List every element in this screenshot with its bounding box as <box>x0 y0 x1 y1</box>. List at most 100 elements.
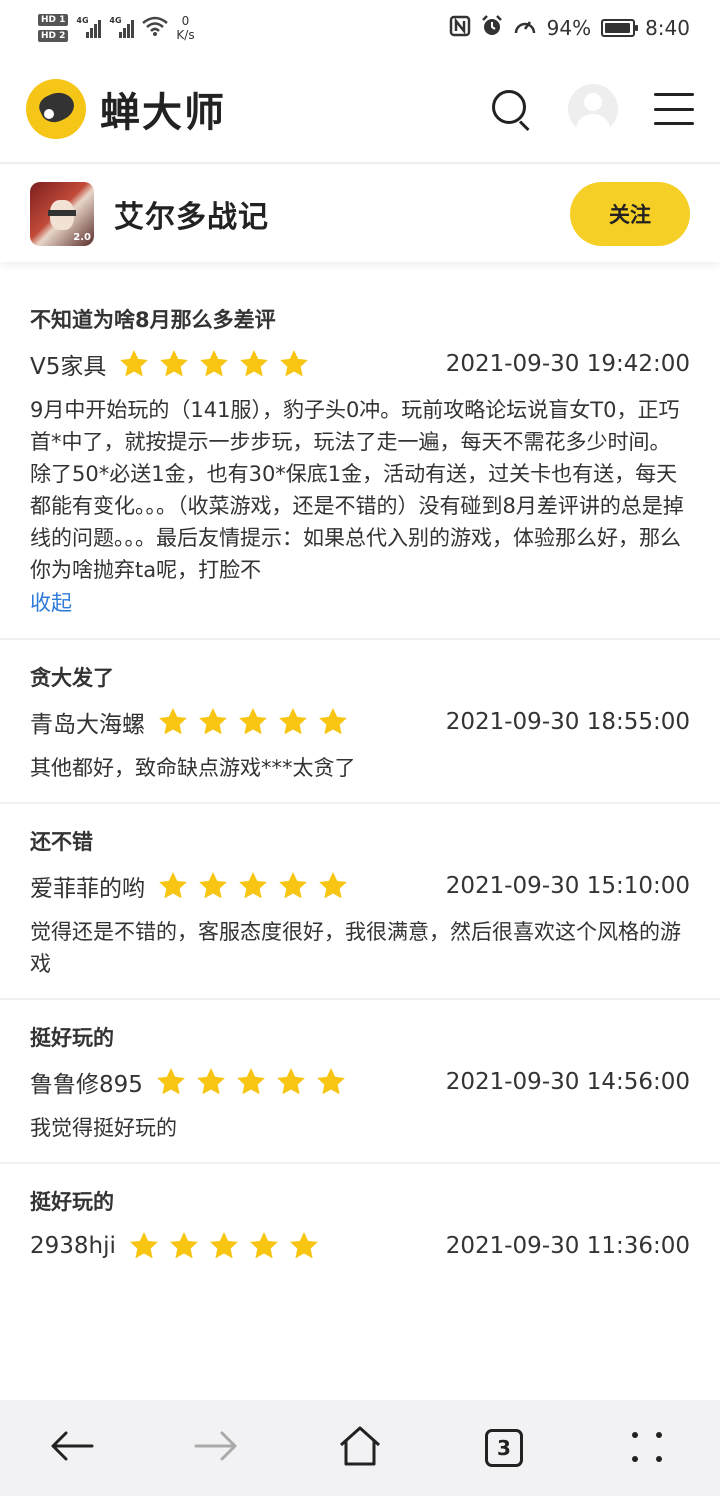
star-icon <box>237 1068 265 1095</box>
alarm-icon <box>481 14 503 42</box>
star-rating <box>157 870 349 902</box>
star-icon <box>277 1068 305 1095</box>
hd1-badge: HD 1 <box>38 14 69 26</box>
review-list: 不知道为啥8月那么多差评 V5家具 2021-09-30 19:42:00 9月… <box>0 282 720 1290</box>
review-item: 贪大发了 青岛大海螺 2021-09-30 18:55:00 其他都好，致命缺点… <box>0 640 720 804</box>
review-meta: 2938hji 2021-09-30 11:36:00 <box>30 1220 690 1272</box>
review-title: 挺好玩的 <box>30 1190 114 1214</box>
app-header: 蝉大师 <box>0 56 720 164</box>
clock: 8:40 <box>645 16 690 40</box>
review-meta: V5家具 2021-09-30 19:42:00 <box>30 338 690 390</box>
review-date: 2021-09-30 18:55:00 <box>445 709 690 735</box>
hd2-badge: HD 2 <box>38 30 69 42</box>
battery-percent: 94% <box>546 16 592 40</box>
signal-2-icon: 4G <box>109 16 135 38</box>
nfc-icon <box>449 15 471 42</box>
header-actions <box>490 84 694 134</box>
star-icon <box>279 708 307 735</box>
game-icon[interactable]: 2.0 <box>30 182 94 246</box>
game-header: 2.0 艾尔多战记 关注 <box>0 166 720 262</box>
star-icon <box>197 1068 225 1095</box>
star-icon <box>317 1068 345 1095</box>
star-icon <box>290 1232 318 1259</box>
more-icon <box>628 1428 668 1468</box>
status-left: HD 1 HD 2 4G 4G 0 K/s <box>38 14 195 42</box>
review-meta: 爱菲菲的哟 2021-09-30 15:10:00 <box>30 860 690 912</box>
gauge-icon <box>513 15 537 42</box>
search-icon[interactable] <box>490 88 532 132</box>
review-item: 还不错 爱菲菲的哟 2021-09-30 15:10:00 觉得还是不错的，客服… <box>0 804 720 1000</box>
review-user[interactable]: 爱菲菲的哟 <box>30 869 145 903</box>
brand-name[interactable]: 蝉大师 <box>100 80 226 138</box>
star-icon <box>130 1232 158 1259</box>
review-user[interactable]: 鲁鲁修895 <box>30 1065 143 1099</box>
star-icon <box>319 708 347 735</box>
back-button[interactable] <box>37 1413 107 1483</box>
signal-1-icon: 4G <box>76 16 102 38</box>
star-icon <box>280 350 309 377</box>
home-button[interactable] <box>325 1413 395 1483</box>
star-rating <box>118 348 310 380</box>
user-avatar-icon[interactable] <box>568 84 618 134</box>
review-date: 2021-09-30 14:56:00 <box>445 1069 690 1095</box>
review-meta: 鲁鲁修895 2021-09-30 14:56:00 <box>30 1056 690 1108</box>
collapse-link[interactable]: 收起 <box>30 586 690 620</box>
tabs-button[interactable]: 3 <box>469 1413 539 1483</box>
game-title: 艾尔多战记 <box>114 200 269 235</box>
star-icon <box>157 1068 185 1095</box>
status-bar: HD 1 HD 2 4G 4G 0 K/s 94% 8:40 <box>0 0 720 56</box>
star-icon <box>239 872 267 899</box>
menu-icon[interactable] <box>654 93 694 125</box>
battery-icon <box>601 19 639 37</box>
forward-button[interactable] <box>181 1413 251 1483</box>
review-user[interactable]: 2938hji <box>30 1233 116 1259</box>
star-icon <box>279 872 307 899</box>
game-icon-badge: 2.0 <box>73 232 91 243</box>
hd-indicators: HD 1 HD 2 <box>38 14 69 42</box>
star-icon <box>240 350 269 377</box>
net-speed: 0 K/s <box>176 14 195 42</box>
star-icon <box>170 1232 198 1259</box>
star-icon <box>159 872 187 899</box>
battery-fill <box>605 23 630 33</box>
review-body: 9月中开始玩的（141服），豹子头0冲。玩前攻略论坛说盲女T0，正巧首*中了，就… <box>30 398 684 582</box>
review-title: 不知道为啥8月那么多差评 <box>30 308 276 332</box>
star-icon <box>319 872 347 899</box>
review-date: 2021-09-30 15:10:00 <box>445 873 690 899</box>
star-icon <box>120 350 149 377</box>
star-icon <box>239 708 267 735</box>
review-date: 2021-09-30 19:42:00 <box>445 351 690 377</box>
star-icon <box>210 1232 238 1259</box>
follow-button[interactable]: 关注 <box>570 182 690 246</box>
review-body: 我觉得挺好玩的 <box>30 1116 177 1140</box>
review-item: 不知道为啥8月那么多差评 V5家具 2021-09-30 19:42:00 9月… <box>0 282 720 640</box>
brand-logo-icon[interactable] <box>26 79 86 139</box>
review-item: 挺好玩的 鲁鲁修895 2021-09-30 14:56:00 我觉得挺好玩的 <box>0 1000 720 1164</box>
status-right: 94% 8:40 <box>449 14 690 42</box>
star-rating <box>128 1230 320 1262</box>
forward-arrow-icon <box>194 1430 238 1466</box>
browser-bottom-nav: 3 <box>0 1400 720 1496</box>
review-title: 挺好玩的 <box>30 1026 114 1050</box>
review-item: 挺好玩的 2938hji 2021-09-30 11:36:00 <box>0 1164 720 1290</box>
review-body: 觉得还是不错的，客服态度很好，我很满意，然后很喜欢这个风格的游戏 <box>30 920 681 976</box>
review-body: 其他都好，致命缺点游戏***太贪了 <box>30 756 356 780</box>
tabs-icon: 3 <box>485 1429 523 1467</box>
review-title: 还不错 <box>30 830 93 854</box>
review-meta: 青岛大海螺 2021-09-30 18:55:00 <box>30 696 690 748</box>
star-icon <box>200 350 229 377</box>
more-button[interactable] <box>613 1413 683 1483</box>
review-user[interactable]: 青岛大海螺 <box>30 705 145 739</box>
star-rating <box>155 1066 347 1098</box>
home-icon <box>338 1425 382 1471</box>
review-title: 贪大发了 <box>30 666 114 690</box>
star-icon <box>199 872 227 899</box>
review-date: 2021-09-30 11:36:00 <box>445 1233 690 1259</box>
star-icon <box>160 350 189 377</box>
wifi-icon <box>142 16 169 41</box>
star-icon <box>250 1232 278 1259</box>
star-icon <box>159 708 187 735</box>
review-user[interactable]: V5家具 <box>30 347 106 381</box>
star-rating <box>157 706 349 738</box>
star-icon <box>199 708 227 735</box>
